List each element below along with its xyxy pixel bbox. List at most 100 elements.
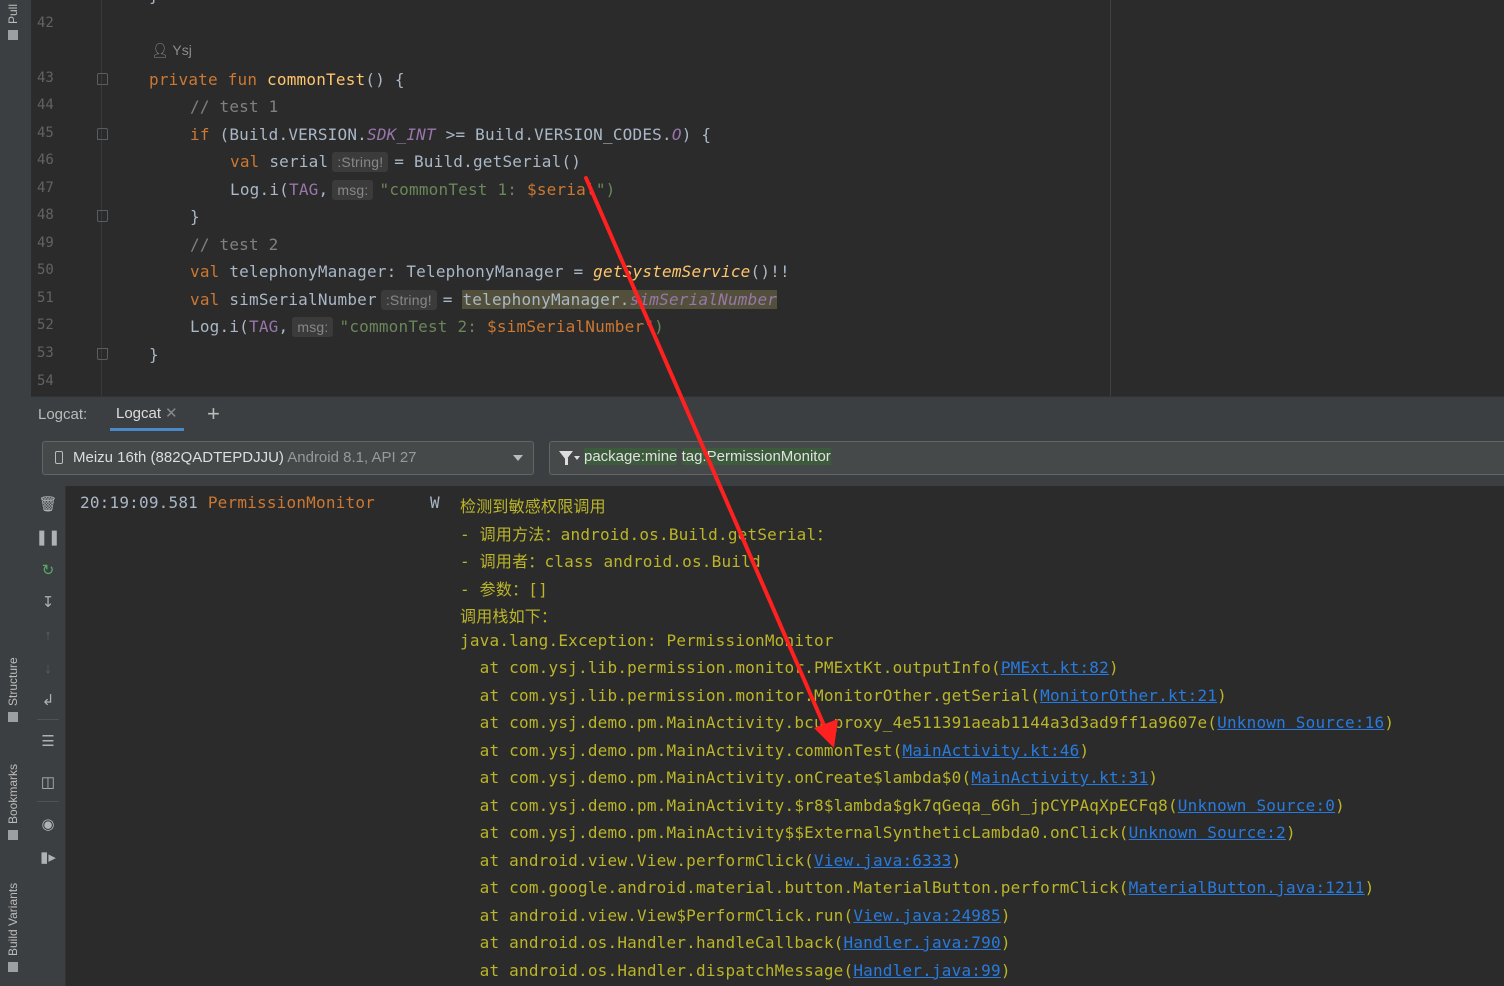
code-line-49: // test 2	[190, 235, 279, 254]
param-hint: msg:	[332, 180, 374, 200]
log-timestamp: 20:19:09.581	[80, 493, 198, 512]
log-level: W	[430, 493, 440, 512]
log-line: at com.ysj.demo.pm.MainActivity$$Externa…	[460, 823, 1296, 842]
log-line: at android.view.View.performClick(View.j…	[460, 850, 962, 870]
left-tool-strip: Pull Structure Bookmarks Build Variants	[0, 0, 32, 986]
filter-token-tag: tag:PermissionMonitor	[681, 448, 831, 465]
stack-source-link[interactable]: MonitorOther.kt:21	[1040, 686, 1217, 705]
bookmarks-tab[interactable]: Bookmarks	[6, 764, 20, 840]
fold-marker[interactable]	[97, 128, 108, 140]
settings-icon[interactable]: ☰	[39, 732, 57, 750]
structure-icon	[8, 712, 18, 722]
log-line: at android.os.Handler.handleCallback(Han…	[460, 933, 1011, 952]
code-line-47: Log.i(TAG, msg: "commonTest 1: $serial")	[230, 180, 616, 200]
line-number: 52	[37, 317, 54, 333]
line-number: 50	[37, 262, 54, 278]
code-line-48: }	[190, 207, 200, 226]
log-line: - 参数：[]	[460, 579, 548, 599]
logcat-output[interactable]: 20:19:09.581 PermissionMonitor W 检测到敏感权限…	[66, 486, 1504, 986]
video-icon[interactable]: ▮▸	[39, 848, 57, 866]
code-line-43: private fun commonTest() {	[149, 70, 405, 89]
down-arrow-icon[interactable]: ↓	[39, 659, 57, 677]
stack-source-link[interactable]: PMExt.kt:82	[1001, 658, 1109, 677]
stack-source-link[interactable]: Unknown Source:2	[1129, 823, 1286, 842]
logcat-filter-row: Meizu 16th (882QADTEPDJJU) Android 8.1, …	[31, 431, 1504, 486]
stack-source-link[interactable]: Unknown Source:16	[1217, 713, 1384, 732]
code-editor[interactable]: 41 42 43 44 45 46 47 48 49 50 51 52 53 54 👤︎ Ysj } pr…	[31, 0, 1504, 396]
log-entry-header: 20:19:09.581 PermissionMonitor	[80, 493, 375, 512]
line-number: 49	[37, 235, 54, 251]
code-author-hint[interactable]: 👤︎ Ysj	[151, 42, 192, 59]
chevron-down-icon	[513, 455, 523, 461]
code-line-51: val simSerialNumber:String! = telephonyMa…	[190, 290, 778, 310]
filter-token-package: package:mine	[584, 448, 678, 465]
fold-marker[interactable]	[97, 348, 108, 360]
code-line-45: if (Build.VERSION.SDK_INT >= Build.VERSI…	[190, 125, 712, 144]
stack-source-link[interactable]: MaterialButton.java:1211	[1129, 878, 1365, 897]
camera-icon[interactable]: ◉	[39, 815, 57, 833]
build-variants-tab[interactable]: Build Variants	[6, 883, 20, 972]
split-view-icon[interactable]: ◫	[39, 773, 57, 791]
line-number: 51	[37, 290, 54, 306]
stack-source-link[interactable]: MainActivity.kt:46	[902, 741, 1079, 760]
line-number: 45	[37, 125, 54, 141]
log-line: at com.ysj.lib.permission.monitor.Monito…	[460, 685, 1227, 705]
stack-source-link[interactable]: Unknown Source:0	[1178, 796, 1335, 815]
line-gutter: 41 42 43 44 45 46 47 48 49 50 51 52 53 54	[31, 0, 103, 396]
device-name: Meizu 16th (882QADTEPDJJU)	[73, 449, 284, 466]
logcat-label: Logcat:	[38, 406, 88, 423]
person-icon: 👤︎	[151, 42, 169, 58]
log-line: at com.ysj.demo.pm.MainActivity.$r8$lamb…	[460, 795, 1345, 815]
stack-source-link[interactable]: View.java:24985	[853, 906, 1001, 925]
fold-marker[interactable]	[97, 73, 108, 85]
close-icon[interactable]: ✕	[165, 405, 178, 422]
code-line-52: Log.i(TAG, msg: "commonTest 2: $simSerialN…	[190, 317, 664, 337]
logcat-filter-input[interactable]: package:mine tag:PermissionMonitor	[549, 441, 1504, 475]
log-line: at com.ysj.demo.pm.MainActivity.onCreate…	[460, 768, 1159, 787]
type-hint: :String!	[380, 290, 437, 310]
type-hint: :String!	[332, 152, 389, 172]
up-arrow-icon[interactable]: ↑	[39, 626, 57, 644]
soft-wrap-icon[interactable]: ↲	[39, 691, 57, 709]
pause-icon[interactable]: ❚❚	[35, 528, 60, 546]
code-line-41: }	[149, 0, 159, 5]
log-line: 调用栈如下：	[460, 607, 558, 626]
device-api: Android 8.1, API 27	[287, 449, 417, 466]
line-number: 53	[37, 345, 54, 361]
fold-marker[interactable]	[97, 210, 108, 222]
code-line-46: val serial:String! = Build.getSerial()	[230, 152, 582, 172]
log-line: at com.ysj.lib.permission.monitor.PMExtK…	[460, 658, 1119, 677]
stack-source-link[interactable]: View.java:6333	[814, 851, 952, 870]
log-line: - 调用者：class android.os.Build	[460, 552, 761, 571]
logcat-tab[interactable]: Logcat ✕	[110, 397, 184, 431]
line-number: 41	[37, 0, 61, 2]
stack-source-link[interactable]: Handler.java:790	[843, 933, 1000, 952]
phone-icon	[55, 451, 63, 464]
code-line-53: }	[149, 345, 159, 364]
log-line: at com.ysj.demo.pm.MainActivity.commonTe…	[460, 740, 1090, 760]
scroll-to-end-icon[interactable]: ↧	[39, 593, 57, 611]
structure-tab[interactable]: Structure	[6, 657, 20, 722]
log-tag: PermissionMonitor	[207, 493, 376, 512]
code-line-44: // test 1	[190, 97, 279, 116]
line-number: 42	[37, 15, 54, 31]
log-line: at android.view.View$PerformClick.run(Vi…	[460, 905, 1011, 925]
pull-requests-tab[interactable]: Pull	[6, 4, 20, 40]
gutter-divider	[101, 0, 102, 396]
log-line: - 调用方法：android.os.Build.getSerial：	[460, 524, 833, 544]
line-number: 46	[37, 152, 54, 168]
restart-icon[interactable]: ↻	[39, 561, 57, 579]
stack-source-link[interactable]: Handler.java:99	[853, 961, 1001, 980]
add-tab-button[interactable]: +	[207, 401, 220, 427]
trash-icon[interactable]: 🗑︎	[38, 495, 57, 513]
line-number: 54	[37, 373, 54, 389]
logcat-side-toolbar: 🗑︎ ❚❚ ↻ ↧ ↑ ↓ ↲ ☰ ◫ ◉ ▮▸	[31, 486, 66, 986]
line-number: 43	[37, 70, 54, 86]
stack-source-link[interactable]: MainActivity.kt:31	[971, 768, 1148, 787]
device-selector[interactable]: Meizu 16th (882QADTEPDJJU) Android 8.1, …	[42, 441, 534, 475]
bookmark-icon	[8, 830, 18, 840]
param-hint: msg:	[292, 317, 334, 337]
log-line: at com.google.android.material.button.Ma…	[460, 878, 1375, 897]
log-line: java.lang.Exception: PermissionMonitor	[460, 630, 834, 650]
pull-request-icon	[8, 30, 18, 40]
